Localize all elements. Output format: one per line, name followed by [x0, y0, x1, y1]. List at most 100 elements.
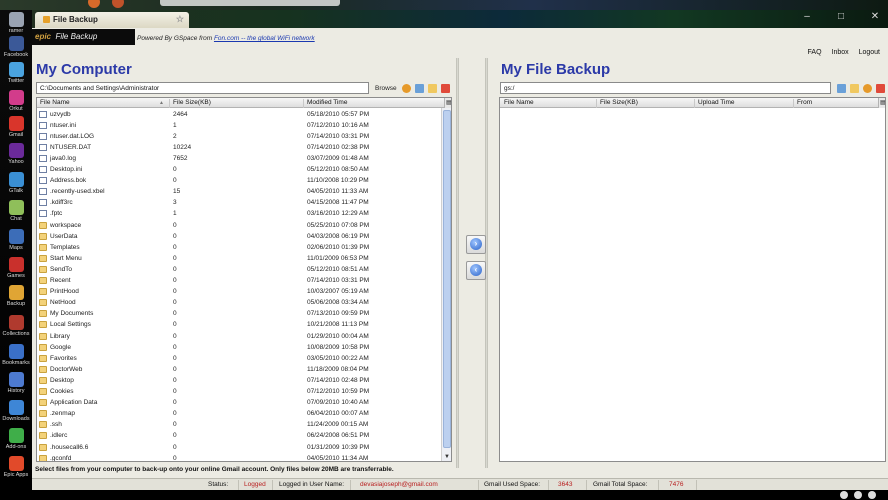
inbox-link[interactable]: Inbox [832, 49, 849, 56]
table-row[interactable]: UserData 0 04/03/2008 06:19 PM [37, 231, 451, 242]
col-file-name[interactable]: File Name [40, 99, 170, 108]
table-row[interactable]: Desktop.ini 0 05/12/2010 08:50 AM [37, 165, 451, 176]
upload-button[interactable]: › [466, 235, 486, 254]
table-row[interactable]: .gconfd 0 04/05/2010 11:34 AM [37, 453, 451, 461]
table-row[interactable]: My Documents 0 07/13/2010 09:59 PM [37, 309, 451, 320]
col-file-name[interactable]: File Name [504, 99, 596, 108]
epic-apps-icon [8, 456, 24, 471]
sidebar-item-collections[interactable]: Collections [0, 315, 32, 337]
sidebar-item-maps[interactable]: Maps [0, 229, 32, 251]
local-path-input[interactable]: C:\Documents and Settings\Administrator [36, 82, 369, 94]
col-upload-time[interactable]: Upload Time [694, 99, 793, 108]
refresh-icon[interactable] [863, 84, 872, 93]
col-file-size[interactable]: File Size(KB) [169, 99, 303, 108]
sidebar-item-chat[interactable]: Chat [0, 200, 32, 222]
sidebar-item-games[interactable]: Games [0, 257, 32, 279]
col-modified-time[interactable]: Modified Time [303, 99, 443, 108]
sidebar-item-label: ramer [8, 28, 24, 34]
table-row[interactable]: .zenmap 0 06/04/2010 00:07 AM [37, 409, 451, 420]
close-icon[interactable]: ✕ [862, 10, 888, 26]
splitter-left[interactable] [456, 58, 459, 468]
table-row[interactable]: Start Menu 0 11/01/2009 06:53 PM [37, 253, 451, 264]
table-row[interactable]: PrintHood 0 10/03/2007 05:19 AM [37, 287, 451, 298]
logout-link[interactable]: Logout [859, 49, 880, 56]
sidebar-item-epic-apps[interactable]: Epic Apps [0, 456, 32, 478]
sidebar-item-backup[interactable]: Backup [0, 285, 32, 307]
bookmark-star-icon[interactable]: ☆ [176, 14, 184, 25]
table-row[interactable]: Templates 0 02/06/2010 01:39 PM [37, 242, 451, 253]
table-row[interactable]: Desktop 0 07/14/2010 02:48 PM [37, 375, 451, 386]
maximize-icon[interactable]: □ [828, 10, 854, 26]
table-row[interactable]: DoctorWeb 0 11/18/2009 08:04 PM [37, 364, 451, 375]
minimize-icon[interactable]: – [794, 10, 820, 26]
tab-file-backup[interactable]: File Backup ☆ [35, 12, 189, 28]
sidebar-item-downloads[interactable]: Downloads [0, 400, 32, 422]
scroll-thumb[interactable] [443, 110, 451, 448]
sidebar-item-yahoo[interactable]: Yahoo [0, 143, 32, 165]
table-row[interactable]: workspace 0 05/25/2010 07:08 PM [37, 220, 451, 231]
column-chooser-icon[interactable]: ▤ [878, 98, 885, 108]
folder-icon [39, 443, 47, 451]
table-row[interactable]: SendTo 0 05/12/2010 08:51 AM [37, 264, 451, 275]
sort-icon[interactable]: ▲ [159, 100, 164, 109]
sidebar-item-bookmarks[interactable]: Bookmarks [0, 344, 32, 366]
folder-up-icon[interactable] [415, 84, 424, 93]
file-icon [39, 110, 47, 118]
table-row[interactable]: .kdiff3rc 3 04/15/2008 11:47 PM [37, 198, 451, 209]
column-chooser-icon[interactable]: ▤ [444, 98, 451, 108]
sidebar-item-gmail[interactable]: Gmail [0, 116, 32, 138]
table-row[interactable]: .recently-used.xbel 15 04/05/2010 11:33 AM [37, 187, 451, 198]
folder-icon [39, 310, 47, 318]
table-row[interactable]: Favorites 0 03/05/2010 00:22 AM [37, 353, 451, 364]
table-row[interactable]: NTUSER.DAT 10224 07/14/2010 02:38 PM [37, 142, 451, 153]
table-row[interactable]: Library 0 01/29/2010 00:04 AM [37, 331, 451, 342]
download-button[interactable]: ‹ [466, 261, 486, 280]
table-row[interactable]: .housecall6.6 0 01/31/2009 10:39 PM [37, 442, 451, 453]
sidebar-item-history[interactable]: History [0, 372, 32, 394]
table-row[interactable]: uzvydb 2464 05/18/2010 05:57 PM [37, 109, 451, 120]
col-from[interactable]: From [793, 99, 877, 108]
table-row[interactable]: .ssh 0 11/24/2009 00:15 AM [37, 420, 451, 431]
scroll-down-icon[interactable]: ▼ [443, 453, 451, 461]
refresh-icon[interactable] [402, 84, 411, 93]
sidebar-item-facebook[interactable]: Facebook [0, 36, 32, 58]
remote-path-input[interactable]: gs:/ [500, 82, 831, 94]
table-row[interactable]: Google 0 10/08/2009 10:58 PM [37, 342, 451, 353]
new-folder-icon[interactable] [428, 84, 437, 93]
new-folder-icon[interactable] [850, 84, 859, 93]
sidebar-item-twitter[interactable]: Twitter [0, 62, 32, 84]
fon-link[interactable]: Fon.com -- the global WiFi network [214, 35, 315, 42]
sidebar-item-label: Orkut [9, 106, 23, 112]
browser-orb-icon[interactable] [88, 0, 100, 8]
table-row[interactable]: Application Data 0 07/09/2010 10:40 AM [37, 398, 451, 409]
delete-icon[interactable] [876, 84, 885, 93]
footer-button[interactable] [840, 491, 848, 499]
folder-up-icon[interactable] [837, 84, 846, 93]
divider [586, 480, 587, 490]
local-scrollbar[interactable]: ▼ [441, 108, 451, 461]
browse-button[interactable]: Browse [375, 85, 397, 92]
faq-link[interactable]: FAQ [808, 49, 822, 56]
sidebar-item-add-ons[interactable]: Add-ons [0, 428, 32, 450]
table-row[interactable]: Recent 0 07/14/2010 03:31 PM [37, 276, 451, 287]
footer-button[interactable] [854, 491, 862, 499]
table-row[interactable]: Cookies 0 07/12/2010 10:59 PM [37, 387, 451, 398]
table-row[interactable]: NetHood 0 05/06/2008 03:34 AM [37, 298, 451, 309]
table-row[interactable]: .idlerc 0 06/24/2008 06:51 PM [37, 431, 451, 442]
folder-icon [39, 454, 47, 461]
sidebar-item-ramer[interactable]: ramer [0, 12, 32, 34]
delete-icon[interactable] [441, 84, 450, 93]
table-row[interactable]: java0.log 7652 03/07/2009 01:48 AM [37, 153, 451, 164]
sidebar-item-gtalk[interactable]: GTalk [0, 172, 32, 194]
table-row[interactable]: Local Settings 0 10/21/2008 11:13 PM [37, 320, 451, 331]
browser-orb-icon[interactable] [112, 0, 124, 8]
table-row[interactable]: ntuser.dat.LOG 2 07/14/2010 03:31 PM [37, 131, 451, 142]
table-row[interactable]: ntuser.ini 1 07/12/2010 10:16 AM [37, 120, 451, 131]
folder-icon [39, 354, 47, 362]
table-row[interactable]: Address.bok 0 11/10/2008 10:29 PM [37, 176, 451, 187]
sidebar-item-orkut[interactable]: Orkut [0, 90, 32, 112]
address-bar[interactable] [160, 0, 340, 6]
col-file-size[interactable]: File Size(KB) [596, 99, 694, 108]
table-row[interactable]: .fptc 1 03/16/2010 12:29 AM [37, 209, 451, 220]
footer-button[interactable] [868, 491, 876, 499]
